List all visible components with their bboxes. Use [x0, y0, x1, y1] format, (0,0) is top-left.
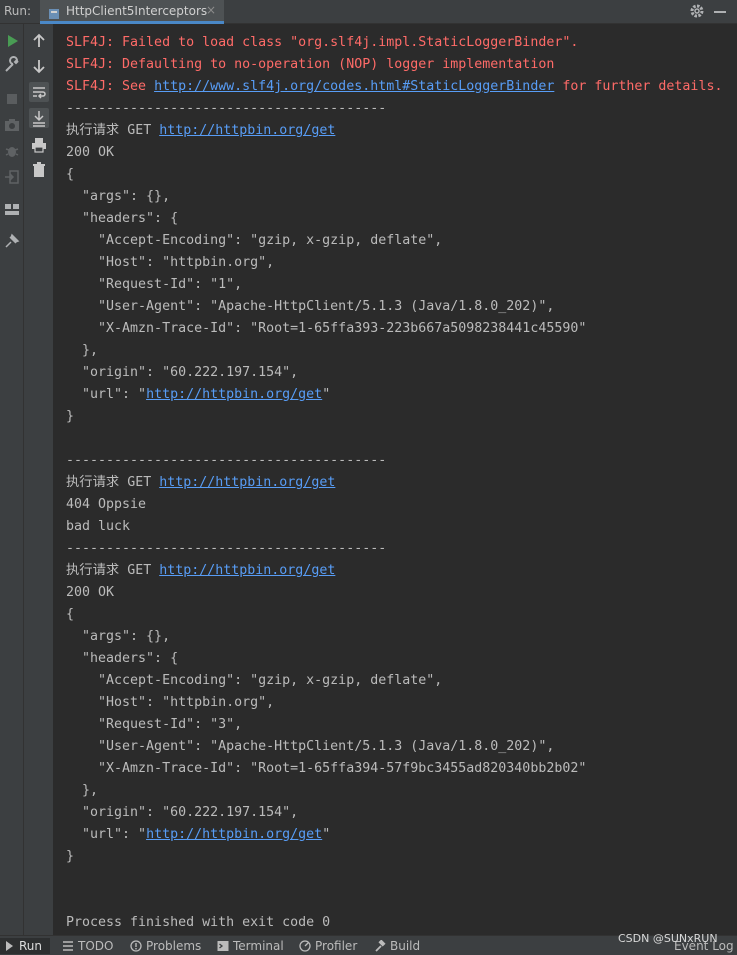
console-line: {	[66, 607, 75, 622]
console-line: "X-Amzn-Trace-Id": "Root=1-65ffa393-223b…	[66, 321, 587, 336]
console-line: 200 OK	[66, 145, 115, 160]
console-line: "X-Amzn-Trace-Id": "Root=1-65ffa394-57f9…	[66, 761, 587, 776]
rerun-icon[interactable]	[3, 32, 21, 50]
bottom-tab-label: Run	[19, 939, 43, 953]
console-line: "User-Agent": "Apache-HttpClient/5.1.3 (…	[66, 739, 555, 754]
console-line: },	[66, 343, 99, 358]
console-link[interactable]: http://httpbin.org/get	[146, 387, 322, 402]
console-line: 404 Oppsie	[66, 497, 147, 512]
soft-wrap-icon[interactable]	[29, 82, 49, 102]
console-line: }	[66, 849, 75, 864]
console-text: "url": "	[66, 827, 147, 842]
console-link[interactable]: http://httpbin.org/get	[159, 475, 335, 490]
tab-title: HttpClient5Interceptors	[66, 4, 208, 18]
bottom-tab-profiler[interactable]: Profiler	[299, 938, 357, 954]
console-line: "url": "http://httpbin.org/get"	[66, 824, 330, 846]
console-line: "origin": "60.222.197.154",	[66, 365, 299, 380]
console-line: Process finished with exit code 0	[66, 915, 331, 930]
up-arrow-icon[interactable]	[30, 32, 48, 50]
hammer-icon	[375, 939, 386, 952]
console-line: ----------------------------------------	[66, 541, 387, 556]
console-text: 执行请求 GET	[66, 563, 160, 578]
list-icon	[63, 941, 73, 951]
exit-icon[interactable]	[3, 168, 21, 186]
console-line: "Host": "httpbin.org",	[66, 695, 275, 710]
console-line: "Host": "httpbin.org",	[66, 255, 275, 270]
bottom-tab-label: Build	[390, 939, 421, 953]
console-link[interactable]: http://www.slf4j.org/codes.html#StaticLo…	[154, 79, 554, 94]
console-output[interactable]: SLF4J: Failed to load class "org.slf4j.i…	[54, 24, 737, 935]
console-line: bad luck	[66, 519, 131, 534]
console-line: "Accept-Encoding": "gzip, x-gzip, deflat…	[66, 233, 443, 248]
down-arrow-icon[interactable]	[30, 57, 48, 75]
bottom-tab-build[interactable]: Build	[374, 938, 420, 954]
console-line: ----------------------------------------	[66, 101, 387, 116]
problems-icon	[130, 940, 142, 952]
close-tab-icon[interactable]: ×	[206, 3, 216, 17]
bottom-tab-label: TODO	[78, 939, 114, 953]
console-link[interactable]: http://httpbin.org/get	[159, 563, 335, 578]
wrench-icon[interactable]	[3, 56, 21, 74]
console-line: "Request-Id": "1",	[66, 277, 243, 292]
debug-icon[interactable]	[3, 142, 21, 160]
run-toolbar-secondary	[24, 24, 54, 935]
console-line: SLF4J: Failed to load class "org.slf4j.i…	[66, 35, 579, 50]
profiler-icon	[299, 940, 311, 952]
console-text: "url": "	[66, 387, 147, 402]
pin-icon[interactable]	[3, 232, 21, 250]
console-line: "origin": "60.222.197.154",	[66, 805, 299, 820]
console-line: "headers": {	[66, 211, 179, 226]
layout-icon[interactable]	[3, 200, 21, 218]
console-text: "	[322, 387, 331, 402]
bottom-tab-run[interactable]: Run	[0, 938, 50, 954]
console-line: },	[66, 783, 99, 798]
terminal-icon	[217, 941, 229, 951]
console-link[interactable]: http://httpbin.org/get	[159, 123, 335, 138]
console-line: "url": "http://httpbin.org/get"	[66, 384, 330, 406]
bottom-tab-terminal[interactable]: Terminal	[217, 938, 284, 954]
play-icon	[6, 941, 13, 951]
console-line: 200 OK	[66, 585, 115, 600]
console-text: for further details.	[554, 79, 723, 94]
console-line: "Accept-Encoding": "gzip, x-gzip, deflat…	[66, 673, 443, 688]
scroll-to-end-icon[interactable]	[29, 108, 49, 128]
console-line: "args": {},	[66, 189, 171, 204]
console-line: "User-Agent": "Apache-HttpClient/5.1.3 (…	[66, 299, 555, 314]
run-config-icon	[48, 5, 60, 19]
run-toolbar-primary	[0, 24, 24, 935]
bottom-tab-problems[interactable]: Problems	[130, 938, 201, 954]
console-line: 执行请求 GET http://httpbin.org/get	[66, 120, 335, 142]
trash-icon[interactable]	[30, 161, 48, 179]
console-line: "headers": {	[66, 651, 179, 666]
watermark: CSDN @SUNxRUN	[618, 932, 718, 945]
bottom-tab-label: Terminal	[233, 939, 284, 953]
console-line: SLF4J: See http://www.slf4j.org/codes.ht…	[66, 76, 722, 98]
stop-icon[interactable]	[3, 90, 21, 108]
bottom-tab-label: Problems	[146, 939, 202, 953]
console-line: ----------------------------------------	[66, 453, 387, 468]
console-line: SLF4J: Defaulting to no-operation (NOP) …	[66, 57, 555, 72]
console-line: 执行请求 GET http://httpbin.org/get	[66, 472, 335, 494]
minimize-icon[interactable]	[714, 11, 726, 13]
console-text: 执行请求 GET	[66, 123, 160, 138]
console-line: "Request-Id": "3",	[66, 717, 243, 732]
tab-httpclient5interceptors[interactable]: HttpClient5Interceptors ×	[40, 0, 224, 24]
bottom-tab-todo[interactable]: TODO	[62, 938, 113, 954]
console-text: SLF4J: See	[66, 79, 155, 94]
camera-icon[interactable]	[3, 116, 21, 134]
run-tool-window-header: Run: HttpClient5Interceptors ×	[0, 0, 737, 24]
console-text: "	[322, 827, 331, 842]
console-link[interactable]: http://httpbin.org/get	[146, 827, 322, 842]
console-line: 执行请求 GET http://httpbin.org/get	[66, 560, 335, 582]
run-label: Run:	[4, 4, 32, 18]
console-line: }	[66, 409, 75, 424]
console-line: {	[66, 167, 75, 182]
print-icon[interactable]	[30, 136, 48, 154]
gear-icon[interactable]	[689, 3, 705, 19]
console-text: 执行请求 GET	[66, 475, 160, 490]
bottom-tab-label: Profiler	[315, 939, 358, 953]
console-line: "args": {},	[66, 629, 171, 644]
